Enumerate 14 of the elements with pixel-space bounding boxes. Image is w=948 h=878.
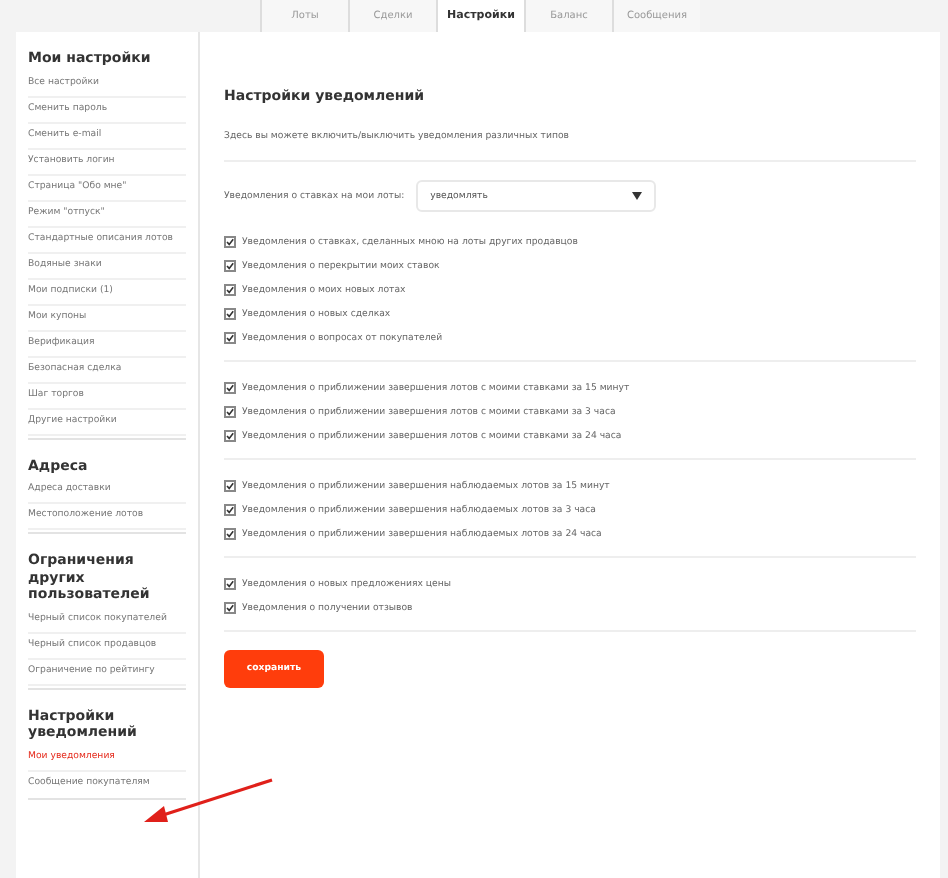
checkbox[interactable] <box>224 284 236 296</box>
dropdown-caret-icon <box>632 192 643 200</box>
checkbox[interactable] <box>224 430 236 442</box>
checkbox[interactable] <box>224 260 236 272</box>
checkbox[interactable] <box>224 504 236 516</box>
checkbox[interactable] <box>224 406 236 418</box>
checkbox[interactable] <box>224 528 236 540</box>
checkbox[interactable] <box>224 480 236 492</box>
checkbox[interactable] <box>224 308 236 320</box>
checkbox[interactable] <box>224 236 236 248</box>
checkbox[interactable] <box>224 578 236 590</box>
checkbox[interactable] <box>224 382 236 394</box>
checkbox[interactable] <box>224 602 236 614</box>
checkbox[interactable] <box>224 332 236 344</box>
